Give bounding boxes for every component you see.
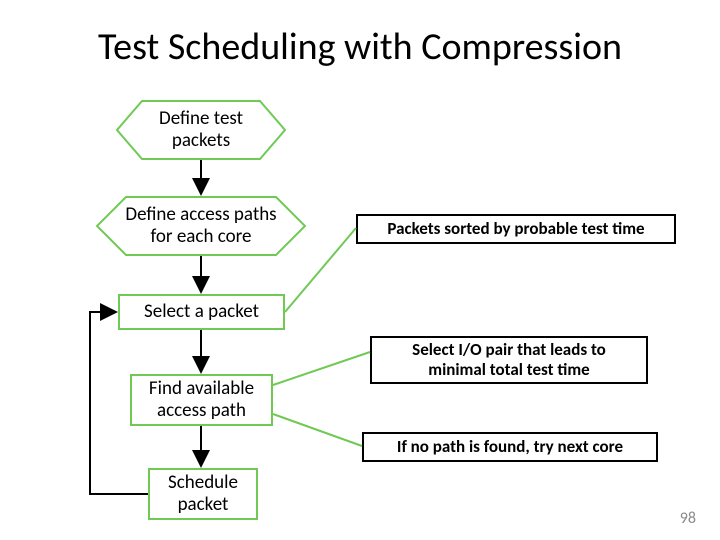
- node-select-packet: Select a packet: [118, 294, 285, 330]
- page-number: 98: [680, 509, 696, 528]
- node-select-packet-label: Select a packet: [144, 301, 259, 323]
- node-define-packets: Define test packets: [116, 100, 286, 160]
- annotation-no-path-label: If no path is found, try next core: [397, 437, 623, 457]
- annotation-io-pair: Select I/O pair that leads to minimal to…: [370, 336, 648, 384]
- node-find-path-label: Find available access path: [149, 378, 254, 422]
- node-schedule-packet-label: Schedule packet: [168, 472, 238, 516]
- annotation-sorted: Packets sorted by probable test time: [356, 214, 676, 244]
- slide-title: Test Scheduling with Compression: [0, 24, 720, 70]
- node-schedule-packet: Schedule packet: [148, 468, 258, 520]
- node-define-paths-label: Define access paths for each core: [125, 204, 276, 248]
- node-define-packets-label: Define test packets: [159, 108, 243, 152]
- annotation-io-pair-label: Select I/O pair that leads to minimal to…: [412, 340, 606, 381]
- annotation-sorted-label: Packets sorted by probable test time: [387, 219, 644, 239]
- node-define-paths: Define access paths for each core: [96, 196, 306, 256]
- node-find-path: Find available access path: [130, 374, 273, 426]
- annotation-no-path: If no path is found, try next core: [362, 432, 658, 462]
